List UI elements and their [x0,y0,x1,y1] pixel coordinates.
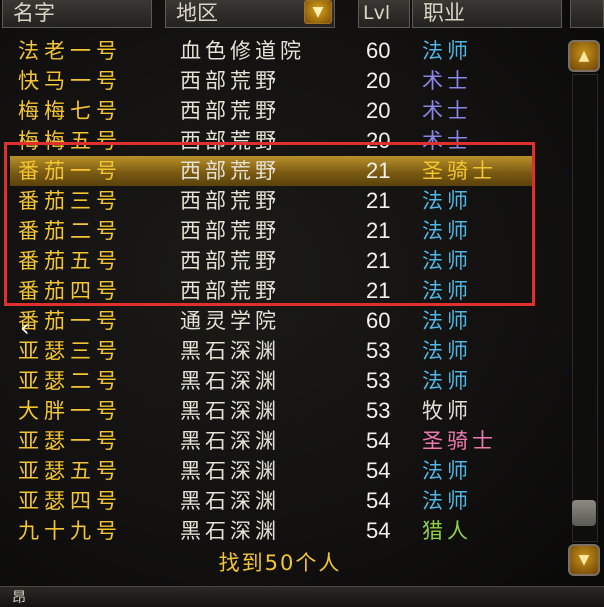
player-zone: 黑石深渊 [180,519,280,543]
column-header-name[interactable]: 名字 [2,0,152,28]
arrow-up-icon: ▲ [578,48,590,64]
scroll-up-button[interactable]: ▲ [568,40,600,72]
player-row[interactable]: 大胖一号 黑石深渊 53 牧师 [10,396,535,426]
player-name: 亚瑟三号 [18,339,122,363]
player-class: 法师 [422,489,472,513]
player-row[interactable]: 亚瑟四号 黑石深渊 54 法师 [10,486,535,516]
player-zone: 黑石深渊 [180,339,280,363]
arrow-down-icon: ▼ [312,4,324,20]
highlight-annotation-box [4,142,535,306]
found-count-label: 找到50个人 [218,551,342,575]
player-name: 亚瑟二号 [18,369,122,393]
bottom-bar [0,586,604,607]
player-name: 番茄一号 [18,309,122,333]
chevron-left-icon: ‹ [20,314,30,342]
header-cap [570,0,604,28]
player-class: 牧师 [422,399,472,423]
player-class: 术士 [422,99,472,123]
zone-dropdown-button[interactable]: ▼ [304,0,332,24]
column-header-level[interactable]: Lvl [358,0,410,28]
player-row[interactable]: 亚瑟三号 黑石深渊 53 法师 [10,336,535,366]
player-row[interactable]: 梅梅七号 西部荒野 20 术士 [10,96,535,126]
player-level: 54 [366,458,391,483]
column-header-zone-label: 地区 [176,1,218,25]
list-scrollbar[interactable]: ▲ ▼ [566,36,602,582]
player-zone: 黑石深渊 [180,429,280,453]
player-row[interactable]: 九十九号 黑石深渊 54 猎人 [10,516,535,546]
player-class: 术士 [422,69,472,93]
scroll-track[interactable] [572,74,598,542]
player-class: 法师 [422,459,472,483]
player-level: 60 [366,38,391,63]
player-row[interactable]: 亚瑟一号 黑石深渊 54 圣骑士 [10,426,535,456]
player-level: 20 [366,98,391,123]
player-name: 亚瑟四号 [18,489,122,513]
player-name: 大胖一号 [18,399,122,423]
player-level: 53 [366,398,391,423]
who-list-panel: 名字 地区 ▼ Lvl 职业 法老一号 血色修道院 60 法师 快马一号 西部荒野 20 术士… [0,0,604,607]
player-name: 法老一号 [18,39,122,63]
player-zone: 血色修道院 [180,39,305,63]
player-zone: 黑石深渊 [180,489,280,513]
scroll-down-button[interactable]: ▼ [568,544,600,576]
player-row[interactable]: 亚瑟二号 黑石深渊 53 法师 [10,366,535,396]
player-name: 梅梅七号 [18,99,122,123]
player-zone: 西部荒野 [180,69,280,93]
player-level: 60 [366,308,391,333]
player-zone: 黑石深渊 [180,399,280,423]
player-class: 法师 [422,369,472,393]
player-level: 54 [366,428,391,453]
player-level: 53 [366,368,391,393]
player-class: 法师 [422,339,472,363]
player-name: 亚瑟一号 [18,429,122,453]
player-zone: 西部荒野 [180,99,280,123]
column-header-class[interactable]: 职业 [412,0,562,28]
player-row[interactable]: 亚瑟五号 黑石深渊 54 法师 [10,456,535,486]
player-level: 54 [366,488,391,513]
player-level: 53 [366,338,391,363]
player-level: 54 [366,518,391,543]
bottom-bar-label: 昂 [12,590,26,606]
player-class: 法师 [422,309,472,333]
player-class: 法师 [422,39,472,63]
player-name: 亚瑟五号 [18,459,122,483]
column-header-bar: 名字 地区 ▼ Lvl 职业 [0,0,604,30]
player-row[interactable]: 法老一号 血色修道院 60 法师 [10,36,535,66]
player-name: 快马一号 [18,69,122,93]
player-zone: 黑石深渊 [180,459,280,483]
player-class: 圣骑士 [422,429,497,453]
player-zone: 通灵学院 [180,309,280,333]
player-row[interactable]: 快马一号 西部荒野 20 术士 [10,66,535,96]
player-class: 猎人 [422,519,472,543]
player-zone: 黑石深渊 [180,369,280,393]
player-name: 九十九号 [18,519,122,543]
arrow-down-icon: ▼ [578,552,590,568]
player-row[interactable]: 番茄一号 通灵学院 60 法师 [10,306,535,336]
player-level: 20 [366,68,391,93]
scroll-thumb[interactable] [572,500,596,526]
